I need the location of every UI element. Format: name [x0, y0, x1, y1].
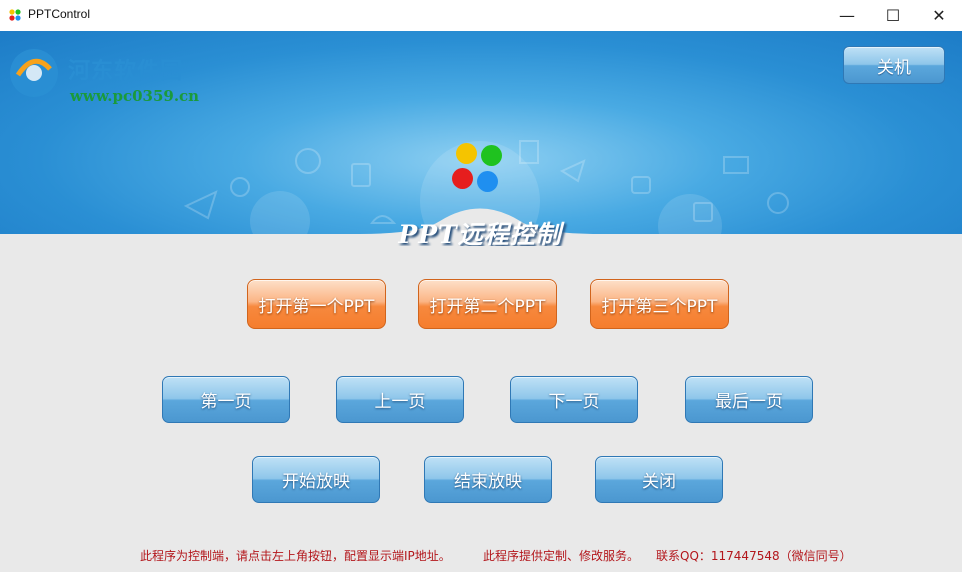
start-slideshow-button[interactable]: 开始放映	[252, 456, 380, 503]
first-page-button[interactable]: 第一页	[162, 376, 290, 423]
app-icon[interactable]	[8, 8, 22, 22]
open-ppt-2-button[interactable]: 打开第二个PPT	[418, 279, 557, 329]
app-logo-icon	[452, 143, 506, 195]
header-banner: 河东软件园 www.pc0359.cn PPT远程控制	[0, 31, 962, 246]
open-ppt-3-button[interactable]: 打开第三个PPT	[590, 279, 729, 329]
watermark-url: www.pc0359.cn	[70, 87, 200, 105]
end-slideshow-button[interactable]: 结束放映	[424, 456, 552, 503]
maximize-button[interactable]: ☐	[870, 0, 916, 31]
window-title: PPTControl	[28, 7, 91, 21]
footer-contact: 联系QQ：117447548（微信同号）	[656, 549, 852, 563]
next-page-button[interactable]: 下一页	[510, 376, 638, 423]
title-bar: PPTControl — ☐ ✕	[0, 0, 962, 31]
watermark: 河东软件园 www.pc0359.cn	[4, 41, 234, 105]
footer-service: 此程序提供定制、修改服务。	[483, 549, 640, 563]
previous-page-button[interactable]: 上一页	[336, 376, 464, 423]
watermark-logo-icon	[10, 49, 58, 97]
shutdown-button[interactable]: 关机	[843, 46, 945, 84]
last-page-button[interactable]: 最后一页	[685, 376, 813, 423]
close-button[interactable]: 关闭	[595, 456, 723, 503]
minimize-button[interactable]: —	[824, 0, 870, 31]
app-title: PPT远程控制	[398, 220, 562, 246]
open-ppt-1-button[interactable]: 打开第一个PPT	[247, 279, 386, 329]
footer-hint: 此程序为控制端，请点击左上角按钮，配置显示端IP地址。	[140, 549, 451, 563]
close-window-button[interactable]: ✕	[916, 0, 962, 31]
watermark-site-name: 河东软件园	[68, 58, 184, 84]
